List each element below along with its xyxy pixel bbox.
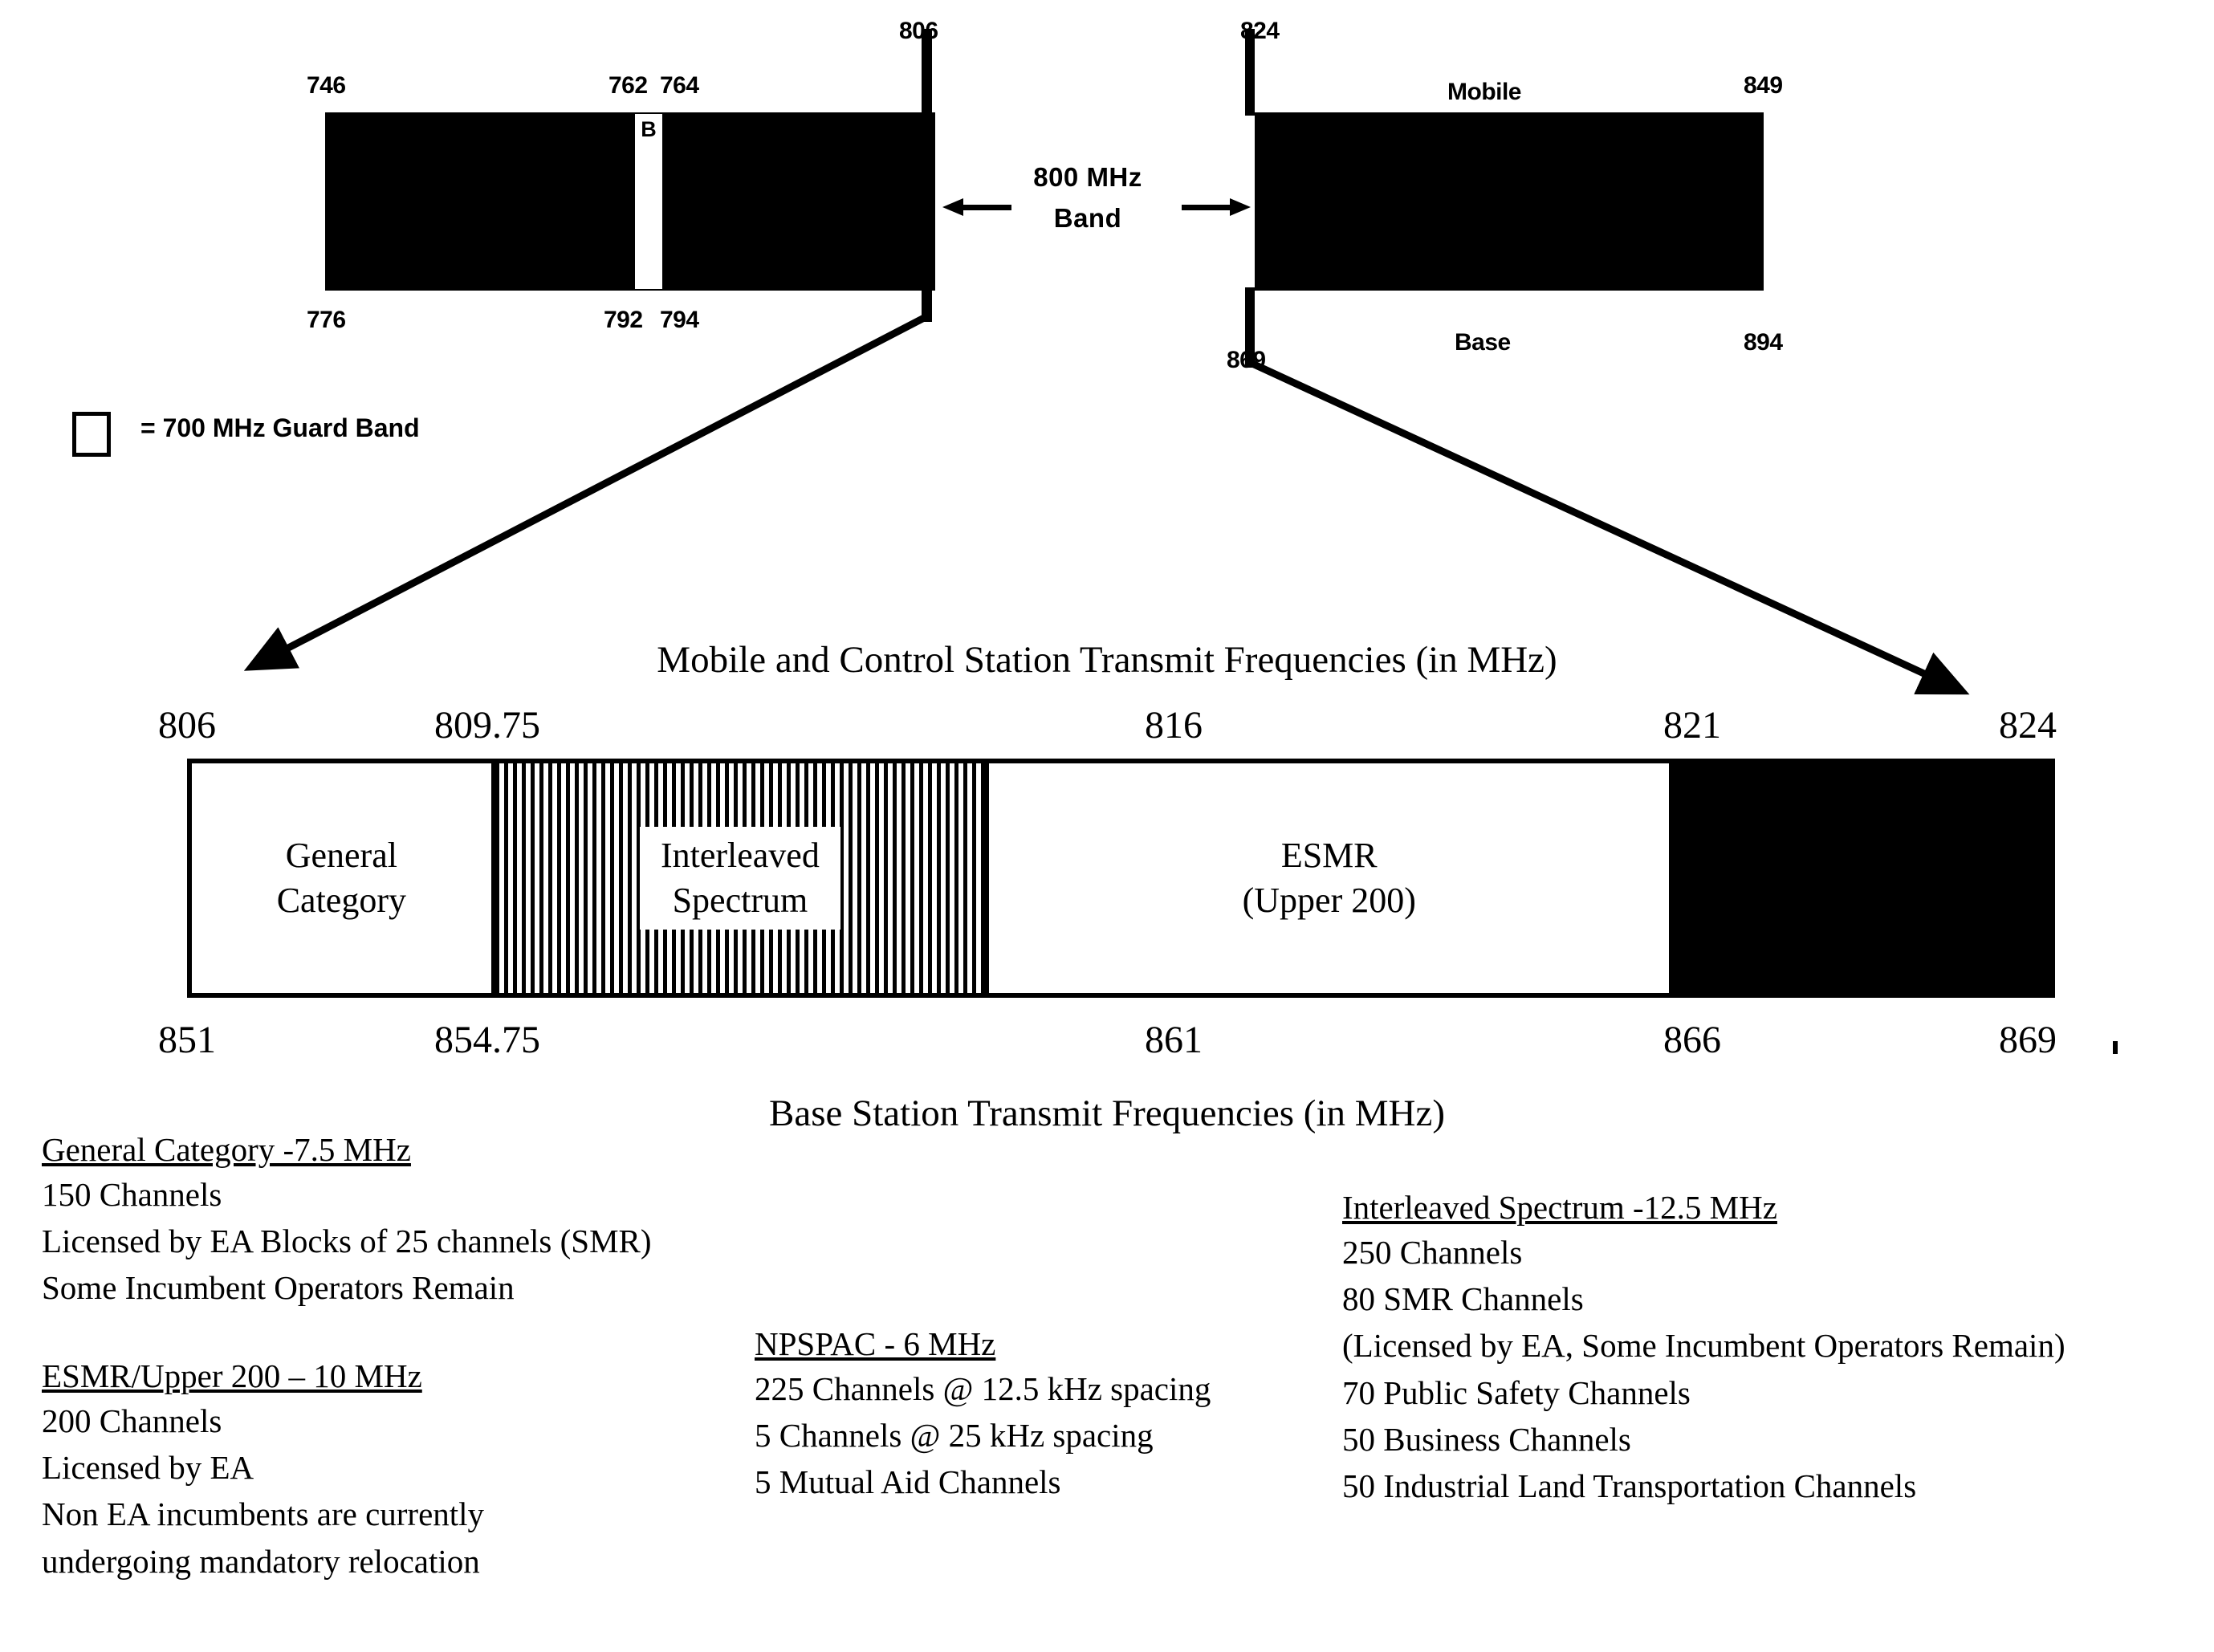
segment-interleaved-spectrum-line1: Interleaved	[660, 835, 820, 875]
guard-band-legend-label: = 700 MHz Guard Band	[140, 413, 420, 442]
note-interleaved-spectrum-line-4: 70 Public Safety Channels	[1342, 1373, 1691, 1411]
band-800-label-849: 849	[1744, 72, 1783, 99]
note-esmr-line-4: undergoing mandatory relocation	[42, 1542, 480, 1580]
note-interleaved-spectrum-heading: Interleaved Spectrum -12.5 MHz	[1342, 1189, 1777, 1226]
connector-left-arrow-icon	[243, 313, 930, 671]
note-interleaved-spectrum: Interleaved Spectrum -12.5 MHz 250 Chann…	[1342, 1188, 2065, 1509]
note-npspac-line-3: 5 Mutual Aid Channels	[755, 1463, 1061, 1501]
arrow-right-icon	[1182, 198, 1251, 216]
band-700-label-746: 746	[307, 72, 346, 99]
segment-general-category-line2: Category	[276, 881, 406, 920]
note-npspac: NPSPAC - 6 MHz 225 Channels @ 12.5 kHz s…	[755, 1324, 1211, 1506]
band-800-label-869: 869	[1227, 347, 1266, 373]
band-700-label-764: 764	[660, 72, 699, 99]
band-700-block: B	[325, 112, 935, 291]
note-esmr-line-1: 200 Channels	[42, 1402, 222, 1439]
freq-top-816: 816	[1145, 704, 1203, 747]
band-700-label-792: 792	[604, 307, 643, 333]
band-800-block	[1255, 112, 1764, 291]
freq-bottom-854-75: 854.75	[434, 1019, 540, 1061]
guard-band-b-label: B	[641, 117, 657, 141]
segment-general-category-line1: General	[285, 835, 397, 875]
scan-speck	[2113, 1041, 2118, 1054]
note-npspac-line-1: 225 Channels @ 12.5 kHz spacing	[755, 1370, 1211, 1407]
segment-esmr-upper-200: ESMR (Upper 200)	[989, 763, 1670, 993]
band-800-label-base: Base	[1455, 329, 1511, 356]
segment-interleaved-spectrum-label: Interleaved Spectrum	[639, 826, 840, 930]
band-800-label-894: 894	[1744, 329, 1783, 356]
freq-top-809-75: 809.75	[434, 704, 540, 747]
band-700-label-794: 794	[660, 307, 699, 333]
segment-interleaved-spectrum-line2: Spectrum	[672, 881, 808, 920]
band-700-label-776: 776	[307, 307, 346, 333]
note-interleaved-spectrum-line-6: 50 Industrial Land Transportation Channe…	[1342, 1467, 1917, 1505]
segment-esmr-upper-200-label: ESMR (Upper 200)	[1221, 826, 1437, 930]
freq-top-806: 806	[158, 704, 216, 747]
spectrum-bar: General Category Interleaved Spectrum ES…	[187, 759, 2055, 998]
note-general-category-line-2: Licensed by EA Blocks of 25 channels (SM…	[42, 1223, 652, 1260]
note-general-category: General Category -7.5 MHz 150 Channels L…	[42, 1130, 652, 1312]
note-general-category-heading: General Category -7.5 MHz	[42, 1131, 411, 1168]
note-general-category-line-1: 150 Channels	[42, 1176, 222, 1213]
note-npspac-line-2: 5 Channels @ 25 kHz spacing	[755, 1417, 1154, 1455]
band-800-label-824: 824	[1240, 18, 1280, 44]
note-interleaved-spectrum-line-5: 50 Business Channels	[1342, 1420, 1631, 1458]
freq-top-824: 824	[1999, 704, 2057, 747]
freq-bottom-851: 851	[158, 1019, 216, 1061]
detail-title-mobile: Mobile and Control Station Transmit Freq…	[657, 639, 1557, 681]
freq-bottom-866: 866	[1663, 1019, 1721, 1061]
segment-general-category-label: General Category	[255, 826, 427, 930]
freq-top-821: 821	[1663, 704, 1721, 747]
freq-bottom-861: 861	[1145, 1019, 1203, 1061]
segment-npspac	[1669, 763, 2050, 993]
note-esmr: ESMR/Upper 200 – 10 MHz 200 Channels Lic…	[42, 1357, 484, 1585]
band-700-label-762: 762	[608, 72, 648, 99]
note-esmr-line-2: Licensed by EA	[42, 1449, 254, 1487]
segment-esmr-upper-200-line1: ESMR	[1280, 835, 1378, 875]
band-800-label-mobile: Mobile	[1447, 79, 1522, 105]
note-general-category-line-3: Some Incumbent Operators Remain	[42, 1269, 515, 1307]
note-interleaved-spectrum-line-3: (Licensed by EA, Some Incumbent Operator…	[1342, 1327, 2065, 1365]
note-npspac-heading: NPSPAC - 6 MHz	[755, 1325, 996, 1362]
guard-band-b-block: B	[635, 114, 662, 289]
note-interleaved-spectrum-line-2: 80 SMR Channels	[1342, 1280, 1584, 1318]
freq-bottom-869: 869	[1999, 1019, 2057, 1061]
segment-interleaved-spectrum: Interleaved Spectrum	[490, 763, 990, 993]
band-700-right-tick	[922, 29, 932, 322]
segment-esmr-upper-200-line2: (Upper 200)	[1242, 881, 1416, 920]
segment-general-category: General Category	[192, 763, 491, 993]
guard-band-legend-swatch	[72, 412, 111, 457]
note-esmr-heading: ESMR/Upper 200 – 10 MHz	[42, 1357, 422, 1394]
band-800-center-label-line1: 800 MHz	[1033, 162, 1142, 192]
note-esmr-line-3: Non EA incumbents are currently	[42, 1495, 485, 1533]
detail-title-base: Base Station Transmit Frequencies (in MH…	[768, 1093, 1445, 1134]
note-interleaved-spectrum-line-1: 250 Channels	[1342, 1234, 1523, 1271]
arrow-left-icon	[942, 198, 1011, 216]
band-700-label-806: 806	[899, 18, 938, 44]
